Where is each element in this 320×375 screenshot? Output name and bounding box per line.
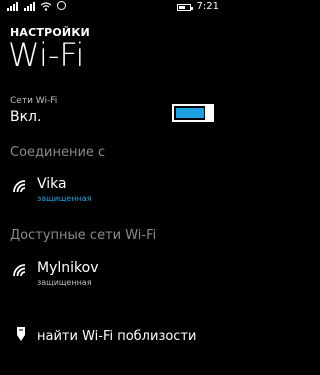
network-name: Mylnikov (37, 260, 99, 276)
signal-strength-icon (7, 2, 18, 11)
connected-heading: Соединение с (10, 145, 106, 160)
wifi-network-icon (13, 180, 26, 192)
status-icons-left (7, 1, 66, 11)
toggle-track (176, 108, 204, 118)
status-icons-right: 7:21 (176, 1, 219, 12)
wifi-toggle-state: Вкл. (10, 109, 42, 125)
sync-icon (57, 1, 66, 10)
connected-network-item[interactable]: Vika защищенная (10, 174, 215, 208)
wifi-icon (41, 2, 51, 11)
wifi-toggle-label: Сети Wi-Fi (10, 96, 58, 106)
find-nearby-wifi-link[interactable]: найти Wi-Fi поблизости (10, 320, 220, 350)
find-nearby-label: найти Wi-Fi поблизости (37, 329, 197, 344)
battery-icon (176, 3, 193, 11)
wifi-network-icon (13, 264, 26, 276)
toggle-thumb[interactable] (205, 104, 213, 122)
location-pin-icon (17, 327, 25, 341)
network-security: защищенная (37, 194, 92, 203)
network-security: защищенная (37, 278, 92, 287)
network-name: Vika (37, 176, 67, 192)
wifi-toggle-switch[interactable] (172, 104, 214, 122)
signal-strength-icon (24, 2, 35, 11)
clock: 7:21 (196, 1, 219, 12)
available-heading: Доступные сети Wi-Fi (10, 228, 157, 243)
status-bar: 7:21 (0, 0, 225, 14)
available-network-item[interactable]: Mylnikov защищенная (10, 258, 215, 292)
page-title: Wi-Fi (8, 36, 85, 74)
